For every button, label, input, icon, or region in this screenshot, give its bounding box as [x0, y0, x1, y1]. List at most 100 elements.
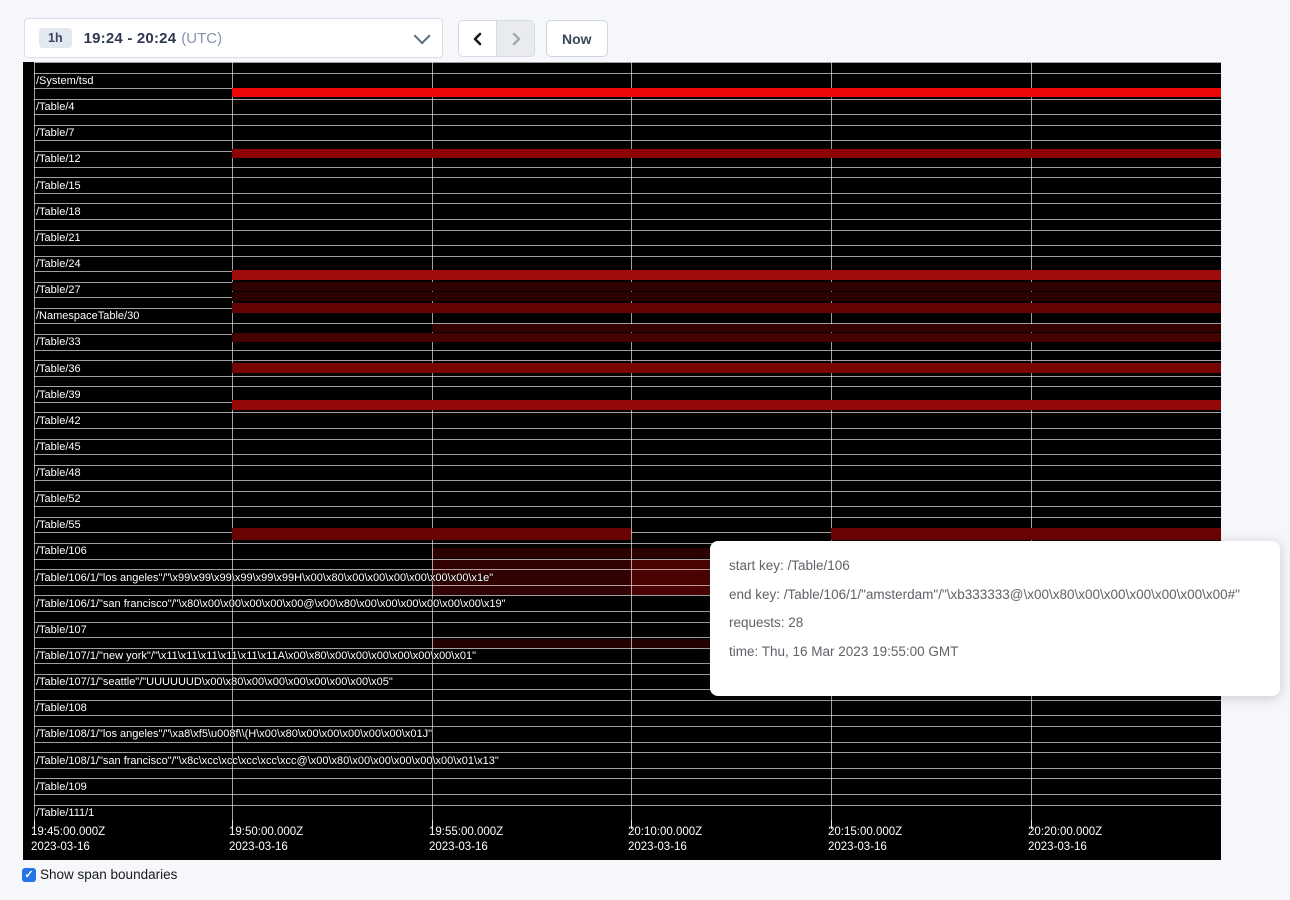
time-range-dropdown[interactable]: 1h 19:24 - 20:24 (UTC) [24, 18, 443, 58]
tooltip-end-key: end key: /Table/106/1/"amsterdam"/"\xb33… [729, 587, 1280, 602]
heat-band [432, 548, 631, 558]
row-label: /Table/108/1/"los angeles"/"\xa8\xf5\u00… [36, 728, 432, 741]
heat-band [631, 282, 831, 291]
heat-band [631, 292, 831, 301]
key-visualizer-canvas[interactable]: /System/tsd/Table/4/Table/7/Table/12/Tab… [23, 62, 1221, 860]
row-label: /Table/4 [36, 101, 75, 114]
heat-band [831, 149, 1031, 158]
row-label: /Table/106 [36, 545, 87, 558]
axis-label: 19:45:00.000Z2023-03-16 [31, 825, 105, 855]
heat-band [831, 324, 1031, 332]
span-boundary-line [34, 99, 1221, 100]
span-boundary-line [34, 480, 1221, 481]
heat-band [232, 282, 432, 291]
heat-band [432, 292, 631, 301]
span-boundary-line [34, 140, 1221, 141]
heat-band [432, 303, 631, 313]
row-label: /Table/7 [36, 127, 75, 140]
next-range-button[interactable] [496, 21, 534, 56]
time-bucket-line [34, 62, 35, 820]
span-boundary-line [34, 245, 1221, 246]
row-label: /Table/24 [36, 258, 81, 271]
row-label: /Table/33 [36, 336, 81, 349]
span-boundary-line [34, 360, 1221, 361]
span-boundary-line [34, 114, 1221, 115]
heat-band [831, 363, 1031, 373]
row-label: /Table/52 [36, 493, 81, 506]
heat-band [1031, 270, 1221, 280]
heat-band [631, 363, 831, 373]
span-boundary-line [34, 177, 1221, 178]
row-label: /Table/111/1 [36, 807, 94, 820]
span-boundary-line [34, 700, 1221, 701]
heat-band [831, 400, 1031, 410]
heat-band [1031, 363, 1221, 373]
heat-band [432, 333, 631, 342]
span-boundary-line [34, 517, 1221, 518]
heat-band [232, 292, 432, 301]
axis-label: 19:50:00.000Z2023-03-16 [229, 825, 303, 855]
heat-band [1031, 324, 1221, 332]
axis-label: 20:15:00.000Z2023-03-16 [828, 825, 902, 855]
row-label: /Table/109 [36, 781, 87, 794]
heat-band [432, 149, 631, 158]
row-label: /Table/107 [36, 624, 87, 637]
row-label: /Table/42 [36, 415, 81, 428]
span-boundary-line [34, 125, 1221, 126]
span-boundary-line [34, 428, 1221, 429]
span-boundary-line [34, 465, 1221, 466]
row-label: /Table/45 [36, 441, 81, 454]
now-button[interactable]: Now [546, 20, 608, 57]
row-label: /Table/106/1/"los angeles"/"\x99\x99\x99… [36, 572, 493, 585]
heat-band [232, 270, 432, 280]
heat-band [232, 528, 432, 540]
span-boundary-line [34, 454, 1221, 455]
range-nav-group [458, 20, 535, 57]
span-tooltip: start key: /Table/106 end key: /Table/10… [710, 541, 1280, 696]
heat-band [1031, 400, 1221, 410]
tooltip-time: time: Thu, 16 Mar 2023 19:55:00 GMT [729, 644, 1280, 659]
heat-band [1031, 292, 1221, 301]
span-boundary-line [34, 506, 1221, 507]
show-span-boundaries-control[interactable]: ✓ Show span boundaries [22, 867, 177, 882]
time-bucket-line [831, 62, 832, 820]
span-boundary-line [34, 386, 1221, 387]
span-boundary-line [34, 256, 1221, 257]
time-axis: 19:45:00.000Z2023-03-16 19:50:00.000Z2023… [23, 820, 1221, 860]
heat-band [831, 270, 1031, 280]
heat-band [1031, 303, 1221, 313]
heat-band [831, 282, 1031, 291]
heat-band [432, 270, 631, 280]
chevron-down-icon [414, 27, 431, 44]
span-boundary-line [34, 768, 1221, 769]
heat-band [831, 292, 1031, 301]
span-boundary-line [34, 230, 1221, 231]
row-label: /Table/107/1/"new york"/"\x11\x11\x11\x1… [36, 650, 476, 663]
heat-band [232, 400, 432, 410]
row-label: /Table/106/1/"san francisco"/"\x80\x00\x… [36, 598, 506, 611]
range-timezone-label: (UTC) [181, 30, 222, 47]
heat-band [631, 333, 831, 342]
heat-band [432, 324, 631, 332]
heat-band [232, 88, 432, 97]
row-label: /Table/108/1/"san francisco"/"\x8c\xcc\x… [36, 755, 499, 768]
heat-band [631, 149, 831, 158]
show-span-boundaries-checkbox[interactable]: ✓ [22, 868, 36, 882]
heat-band [232, 149, 432, 158]
span-boundary-line [34, 412, 1221, 413]
time-bucket-line [232, 62, 233, 820]
heat-band [631, 400, 831, 410]
row-label: /Table/21 [36, 232, 81, 245]
heat-band [631, 270, 831, 280]
heat-band [631, 303, 831, 313]
row-label: /Table/108 [36, 702, 87, 715]
heat-band [432, 88, 631, 97]
span-boundary-line [34, 219, 1221, 220]
range-duration-badge: 1h [39, 28, 72, 48]
span-boundary-line [34, 376, 1221, 377]
prev-range-button[interactable] [459, 21, 496, 56]
tooltip-start-key: start key: /Table/106 [729, 558, 1280, 573]
span-boundary-line [34, 439, 1221, 440]
chevron-right-icon [509, 32, 523, 46]
heat-band [232, 363, 432, 373]
